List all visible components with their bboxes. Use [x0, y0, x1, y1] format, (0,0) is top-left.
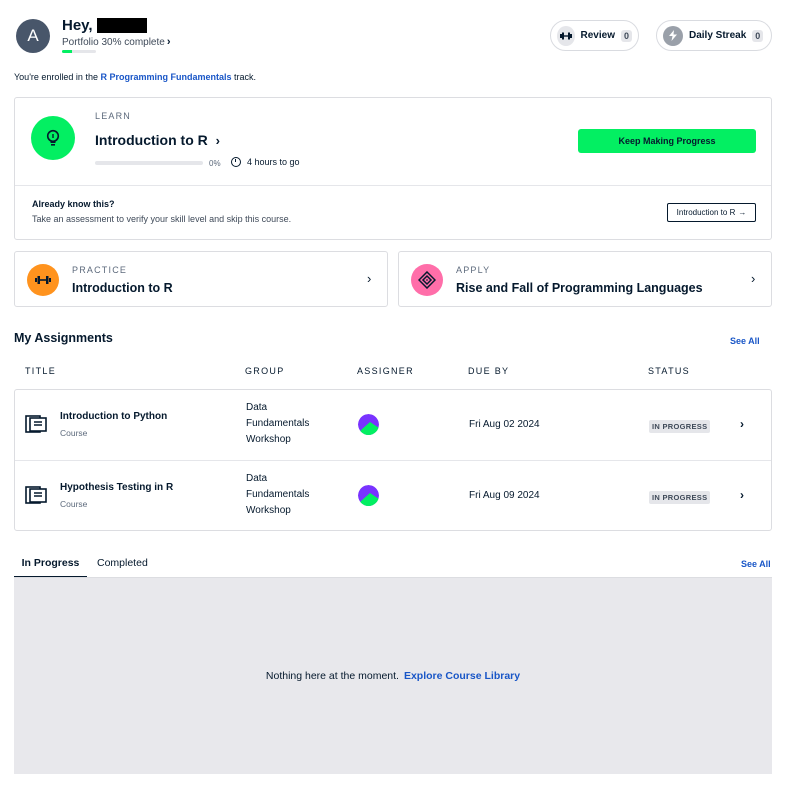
- assignment-type: Course: [60, 428, 88, 438]
- tabs-see-all-link[interactable]: See All: [741, 559, 771, 569]
- assignment-type: Course: [60, 499, 88, 509]
- course-book-icon: [25, 415, 47, 433]
- assignments-heading: My Assignments: [14, 331, 113, 345]
- chevron-right-icon: ›: [166, 36, 171, 48]
- assignments-see-all-link[interactable]: See All: [730, 336, 760, 346]
- learn-title-text: Introduction to R: [95, 132, 208, 148]
- daily-streak-button[interactable]: Daily Streak 0: [656, 20, 772, 51]
- explore-course-library-link[interactable]: Explore Course Library: [404, 670, 520, 682]
- table-row[interactable]: Introduction to Python Course Data Funda…: [15, 390, 771, 460]
- lightning-icon: [663, 25, 683, 46]
- practice-title: Introduction to R: [72, 281, 173, 295]
- learn-card: LEARN Introduction to R › 0% 4 hours to …: [14, 97, 772, 240]
- chevron-right-icon: ›: [215, 133, 220, 148]
- chevron-right-icon: ›: [740, 488, 744, 502]
- group-line: Fundamentals: [246, 418, 310, 429]
- assigner-avatar: [358, 485, 379, 506]
- group-line: Data: [246, 473, 268, 484]
- apply-card[interactable]: APPLY Rise and Fall of Programming Langu…: [398, 251, 772, 307]
- assignment-group: Data Fundamentals Workshop: [246, 400, 309, 448]
- assignment-group: Data Fundamentals Workshop: [246, 471, 309, 519]
- already-know-title: Already know this?: [32, 199, 115, 209]
- learn-progress-bar: [95, 161, 203, 165]
- group-line: Data: [246, 402, 268, 413]
- learn-eyebrow: LEARN: [95, 111, 132, 121]
- assignment-due-date: Fri Aug 09 2024: [469, 490, 540, 501]
- keep-making-progress-button[interactable]: Keep Making Progress: [578, 129, 756, 153]
- apply-layers-icon: [411, 264, 443, 296]
- portfolio-progress-fill: [62, 50, 73, 53]
- enrolled-prefix: You're enrolled in the: [14, 72, 98, 82]
- already-know-subtitle: Take an assessment to verify your skill …: [32, 214, 292, 224]
- chevron-right-icon: ›: [367, 271, 372, 286]
- track-link[interactable]: R Programming Fundamentals: [100, 72, 231, 82]
- assignment-title: Hypothesis Testing in R: [60, 482, 174, 493]
- redacted-username: [96, 18, 147, 33]
- avatar[interactable]: A: [16, 19, 50, 53]
- greeting-text: Hey,: [62, 17, 93, 34]
- course-book-icon: [25, 486, 47, 504]
- learn-time: 4 hours to go: [231, 157, 300, 167]
- empty-state-text: Nothing here at the moment.: [265, 670, 399, 682]
- empty-state-panel: Nothing here at the moment. Explore Cour…: [14, 578, 772, 774]
- arrow-right-icon: →: [738, 208, 747, 217]
- portfolio-progress-bar: [62, 50, 96, 53]
- column-header-due-by: DUE BY: [468, 366, 510, 376]
- review-button[interactable]: Review 0: [550, 20, 639, 51]
- assignment-due-date: Fri Aug 02 2024: [469, 419, 540, 430]
- enrolled-text: You're enrolled in the R Programming Fun…: [14, 72, 256, 82]
- tab-in-progress[interactable]: In Progress: [14, 557, 87, 578]
- enrolled-suffix: track.: [234, 72, 257, 82]
- chevron-right-icon: ›: [751, 271, 756, 286]
- learn-progress-label: 0%: [209, 159, 221, 168]
- assignment-title: Introduction to Python: [60, 411, 168, 422]
- tab-completed[interactable]: Completed: [97, 557, 148, 569]
- status-badge: IN PROGRESS: [649, 491, 711, 504]
- group-line: Fundamentals: [246, 489, 310, 500]
- status-badge: IN PROGRESS: [649, 420, 711, 433]
- streak-count: 0: [752, 29, 764, 42]
- assessment-button-label: Introduction to R: [676, 208, 736, 217]
- lightbulb-icon: [31, 116, 75, 160]
- table-row[interactable]: Hypothesis Testing in R Course Data Fund…: [15, 461, 771, 531]
- clock-icon: [231, 157, 241, 167]
- practice-card[interactable]: PRACTICE Introduction to R ›: [14, 251, 388, 307]
- streak-label: Daily Streak: [689, 30, 747, 41]
- learn-course-title[interactable]: Introduction to R ›: [95, 132, 220, 148]
- review-label: Review: [580, 30, 615, 41]
- column-header-assigner: ASSIGNER: [357, 366, 414, 376]
- column-header-title: TITLE: [25, 366, 57, 376]
- group-line: Workshop: [246, 505, 291, 516]
- learn-time-text: 4 hours to go: [247, 157, 300, 167]
- assessment-button[interactable]: Introduction to R →: [667, 203, 756, 222]
- greeting: Hey,: [62, 17, 147, 34]
- practice-eyebrow: PRACTICE: [72, 265, 128, 275]
- review-count: 0: [620, 29, 632, 42]
- dumbbell-icon: [557, 25, 575, 46]
- divider: [15, 185, 771, 186]
- portfolio-label: Portfolio 30% complete: [62, 36, 165, 48]
- practice-dumbbell-icon: [27, 264, 59, 296]
- group-line: Workshop: [246, 434, 291, 445]
- column-header-status: STATUS: [648, 366, 690, 376]
- assigner-avatar: [358, 414, 379, 435]
- column-header-group: GROUP: [245, 366, 285, 376]
- portfolio-link[interactable]: Portfolio 30% complete ›: [62, 36, 171, 48]
- apply-title: Rise and Fall of Programming Languages: [456, 281, 703, 295]
- chevron-right-icon: ›: [740, 417, 744, 431]
- apply-eyebrow: APPLY: [456, 265, 491, 275]
- assignments-table: Introduction to Python Course Data Funda…: [14, 389, 772, 531]
